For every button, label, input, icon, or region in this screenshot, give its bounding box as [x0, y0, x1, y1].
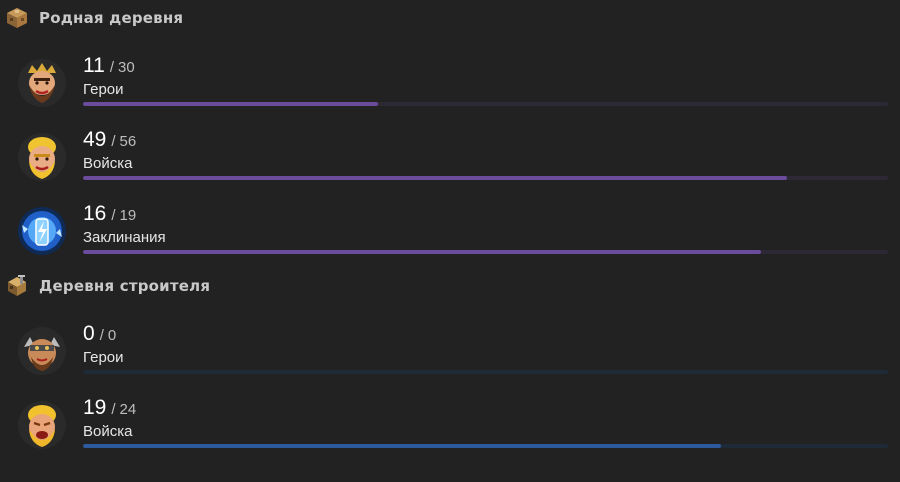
- spells-count: 16 / 19: [83, 202, 136, 228]
- progress-bar: [83, 370, 888, 374]
- row-label: Герои: [83, 349, 124, 366]
- row-label: Заклинания: [83, 229, 166, 246]
- separator: /: [111, 401, 116, 418]
- lightning-spell-icon: [18, 207, 66, 255]
- achievements-progress-panel: Родная деревня 11 / 30 Герои 49 / 56 Вой…: [0, 0, 900, 482]
- progress-bar: [83, 250, 888, 254]
- progress-bar-fill: [83, 250, 761, 254]
- builder-troops-count: 19 / 24: [83, 396, 136, 422]
- separator: /: [99, 327, 104, 344]
- max-value: 30: [117, 59, 135, 76]
- max-value: 0: [107, 327, 117, 344]
- separator: /: [111, 207, 116, 224]
- section-title: Родная деревня: [39, 9, 184, 27]
- progress-bar-fill: [83, 444, 721, 448]
- progress-row-troops: 49 / 56 Войска: [0, 128, 900, 190]
- progress-bar-fill: [83, 176, 788, 180]
- progress-row-spells: 16 / 19 Заклинания: [0, 202, 900, 264]
- heroes-count: 11 / 30: [83, 54, 135, 80]
- progress-row-heroes: 11 / 30 Герои: [0, 54, 900, 116]
- row-label: Войска: [83, 423, 133, 440]
- current-value: 16: [83, 202, 107, 225]
- section-title: Деревня строителя: [39, 277, 211, 295]
- barbarian-icon: [18, 133, 66, 181]
- current-value: 0: [83, 322, 95, 345]
- progress-bar: [83, 444, 888, 448]
- row-label: Герои: [83, 81, 124, 98]
- progress-row-builder-heroes: 0 / 0 Герои: [0, 322, 900, 384]
- progress-row-builder-troops: 19 / 24 Войска: [0, 396, 900, 458]
- max-value: 24: [119, 401, 137, 418]
- max-value: 56: [119, 133, 137, 150]
- current-value: 11: [83, 54, 105, 77]
- current-value: 49: [83, 128, 107, 151]
- section-header-builder-base: Деревня строителя: [4, 272, 210, 300]
- progress-bar-fill: [83, 102, 379, 106]
- max-value: 19: [119, 207, 137, 224]
- separator: /: [111, 133, 116, 150]
- progress-bar: [83, 102, 888, 106]
- progress-bar: [83, 176, 888, 180]
- town-hall-icon: [4, 5, 30, 31]
- builder-heroes-count: 0 / 0: [83, 322, 116, 348]
- section-header-home-village: Родная деревня: [4, 4, 183, 32]
- separator: /: [109, 59, 114, 76]
- battle-machine-icon: [18, 327, 66, 375]
- builder-hall-icon: [4, 273, 30, 299]
- raged-barbarian-icon: [18, 401, 66, 449]
- troops-count: 49 / 56: [83, 128, 136, 154]
- row-label: Войска: [83, 155, 133, 172]
- current-value: 19: [83, 396, 107, 419]
- barbarian-king-icon: [18, 59, 66, 107]
